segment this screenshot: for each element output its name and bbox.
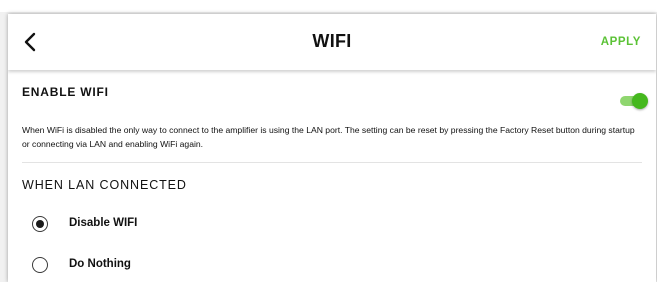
wifi-settings-panel: WIFI APPLY ENABLE WIFI When WiFi is disa…: [8, 14, 656, 282]
radio-dot: [36, 220, 44, 228]
enable-wifi-toggle[interactable]: [620, 93, 648, 109]
option-disable-wifi[interactable]: Disable WIFI: [8, 210, 656, 240]
option-label: Disable WIFI: [69, 217, 138, 229]
option-label: Do Nothing: [69, 258, 131, 270]
apply-button[interactable]: APPLY: [601, 36, 641, 48]
section-divider: [22, 162, 642, 163]
page-title: WIFI: [312, 31, 352, 51]
radio-button-selected[interactable]: [32, 216, 48, 232]
enable-wifi-section: ENABLE WIFI When WiFi is disabled the on…: [8, 72, 656, 170]
toggle-knob: [632, 93, 648, 109]
radio-button[interactable]: [32, 257, 48, 273]
lan-connected-title: WHEN LAN CONNECTED: [22, 178, 187, 192]
option-do-nothing[interactable]: Do Nothing: [8, 251, 656, 281]
enable-wifi-title: ENABLE WIFI: [22, 85, 109, 99]
top-strip: [0, 0, 657, 12]
enable-wifi-description: When WiFi is disabled the only way to co…: [22, 125, 635, 149]
header-bar: WIFI APPLY: [8, 14, 656, 70]
